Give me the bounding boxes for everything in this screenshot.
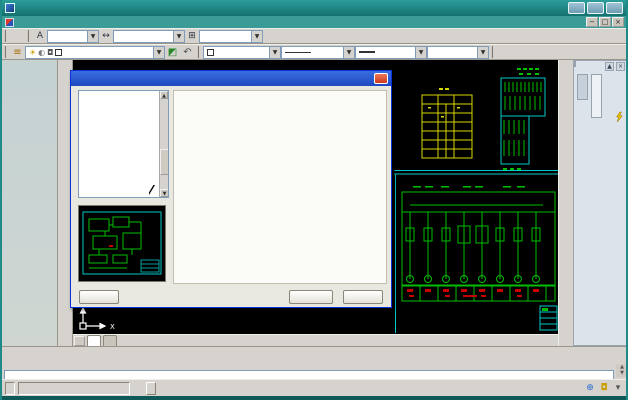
application-window: − □ × A ▼ ↔ ▼ ⊞ ▼ ≡ ☀ ◐ [0,0,628,400]
toolbar-grip[interactable] [4,30,8,42]
chevron-down-icon[interactable]: ▼ [87,31,98,42]
ok-button[interactable] [289,290,333,304]
chevron-down-icon[interactable]: ▼ [415,47,426,58]
ucs-x-label: X [110,323,115,331]
toolbar-grip[interactable] [197,46,201,58]
communication-center-icon[interactable]: ⊕ [584,383,596,393]
tool-palette: ▲ × [573,60,628,346]
window-bottom-border [2,396,628,400]
layer-color-swatch [55,49,62,56]
atlas-listbox[interactable]: ▲ ▼ [78,90,169,198]
mdi-minimize-button[interactable]: − [586,17,598,27]
layer-on-icon: ☀ [29,48,36,57]
list-scrollbar[interactable]: ▲ ▼ [159,91,168,197]
tz-screen-menu [2,60,58,346]
modify-toolbar [558,60,573,346]
maximize-button[interactable] [587,2,604,14]
tz-logo-icon [5,18,14,27]
chevron-down-icon[interactable]: ▼ [173,31,184,42]
modify-tool-icon[interactable] [559,60,573,75]
dialog-close-button[interactable] [374,73,388,84]
chevron-down-icon[interactable]: ▼ [153,47,164,58]
status-bar: ⊕ ◘ ▾ [2,379,628,396]
linetype-combo[interactable]: ▼ [281,46,355,59]
command-line-area: ▲▼ [2,363,628,379]
menu-bar: − □ × [2,16,626,28]
layout-tab[interactable] [103,335,117,346]
tz-bottom-toolbar [2,346,628,363]
app-icon [5,3,15,13]
palette-tab[interactable] [577,74,588,100]
chevron-down-icon[interactable]: ▼ [251,31,262,42]
layer-manager-icon[interactable]: ≡ [10,45,25,59]
minimize-button[interactable] [568,2,585,14]
title-bar [2,0,626,16]
toolbar-grip[interactable] [27,30,31,42]
layer-freeze-icon: ◐ [38,48,45,57]
palette-close-icon[interactable]: × [616,62,625,71]
tz-atlas-dialog: ▲ ▼ [70,70,392,308]
toolbar-grip[interactable] [491,46,495,58]
chevron-down-icon[interactable]: ▼ [477,47,488,58]
standard-toolbar: A ▼ ↔ ▼ ⊞ ▼ [2,28,626,44]
table-style-combo[interactable]: ▼ [199,30,263,43]
chevron-down-icon[interactable]: ▼ [343,47,354,58]
layers-properties-toolbar: ≡ ☀ ◐ ◘ ▼ ◩ ↶ ▼ ▼ ▼ ▼ [2,44,626,60]
dialog-content-area [173,90,387,284]
lightning-bolt-icon [614,111,624,123]
model-tab[interactable] [87,335,101,346]
layout-tab-bar [73,334,558,346]
atlas-list-item[interactable] [79,91,159,99]
palette-symbol-item[interactable] [588,101,628,125]
status-toggle[interactable] [146,382,156,395]
layer-previous-icon[interactable]: ↶ [180,45,195,59]
command-scrollbar[interactable]: ▲▼ [616,364,628,377]
tz-tool-icon[interactable] [60,348,77,362]
chevron-down-icon[interactable]: ▼ [269,47,280,58]
plotstyle-combo[interactable]: ▼ [427,46,489,59]
scroll-down-icon[interactable]: ▼ [160,189,169,197]
scroll-up-icon[interactable]: ▲ [160,91,168,99]
browse-button[interactable] [79,290,119,304]
dim-style-combo[interactable]: ▼ [113,30,185,43]
scroll-thumb[interactable] [160,149,169,175]
mouse-cursor [148,184,154,194]
palette-autohide-icon[interactable]: ▲ [605,62,614,71]
mdi-close-button[interactable]: × [612,17,624,27]
dialog-title-bar[interactable] [71,71,391,86]
palette-side-tab[interactable] [574,61,576,67]
linetype-sample [285,52,311,53]
sidebar-item[interactable] [2,60,57,71]
layer-lock-icon: ◘ [47,48,53,57]
text-style-icon: A [33,31,47,41]
coordinates-display[interactable] [18,382,130,395]
text-style-combo[interactable]: ▼ [47,30,99,43]
scale-indicator[interactable] [5,382,15,395]
toolbar-lock-icon[interactable]: ◘ [598,383,610,393]
cancel-button[interactable] [343,290,383,304]
close-button[interactable] [606,2,623,14]
mdi-restore-button[interactable]: □ [599,17,611,27]
lineweight-sample [359,51,375,53]
status-menu-icon[interactable]: ▾ [612,383,624,393]
lineweight-combo[interactable]: ▼ [355,46,427,59]
color-swatch [207,49,214,56]
table-style-icon: ⊞ [185,31,199,41]
make-layer-current-icon[interactable]: ◩ [165,45,180,59]
tab-nav-button[interactable] [74,336,85,346]
atlas-preview [78,205,166,282]
toolbar-grip[interactable] [4,46,8,58]
dim-style-icon: ↔ [99,31,113,41]
layer-combo[interactable]: ☀ ◐ ◘ ▼ [25,46,165,59]
color-combo[interactable]: ▼ [203,46,281,59]
